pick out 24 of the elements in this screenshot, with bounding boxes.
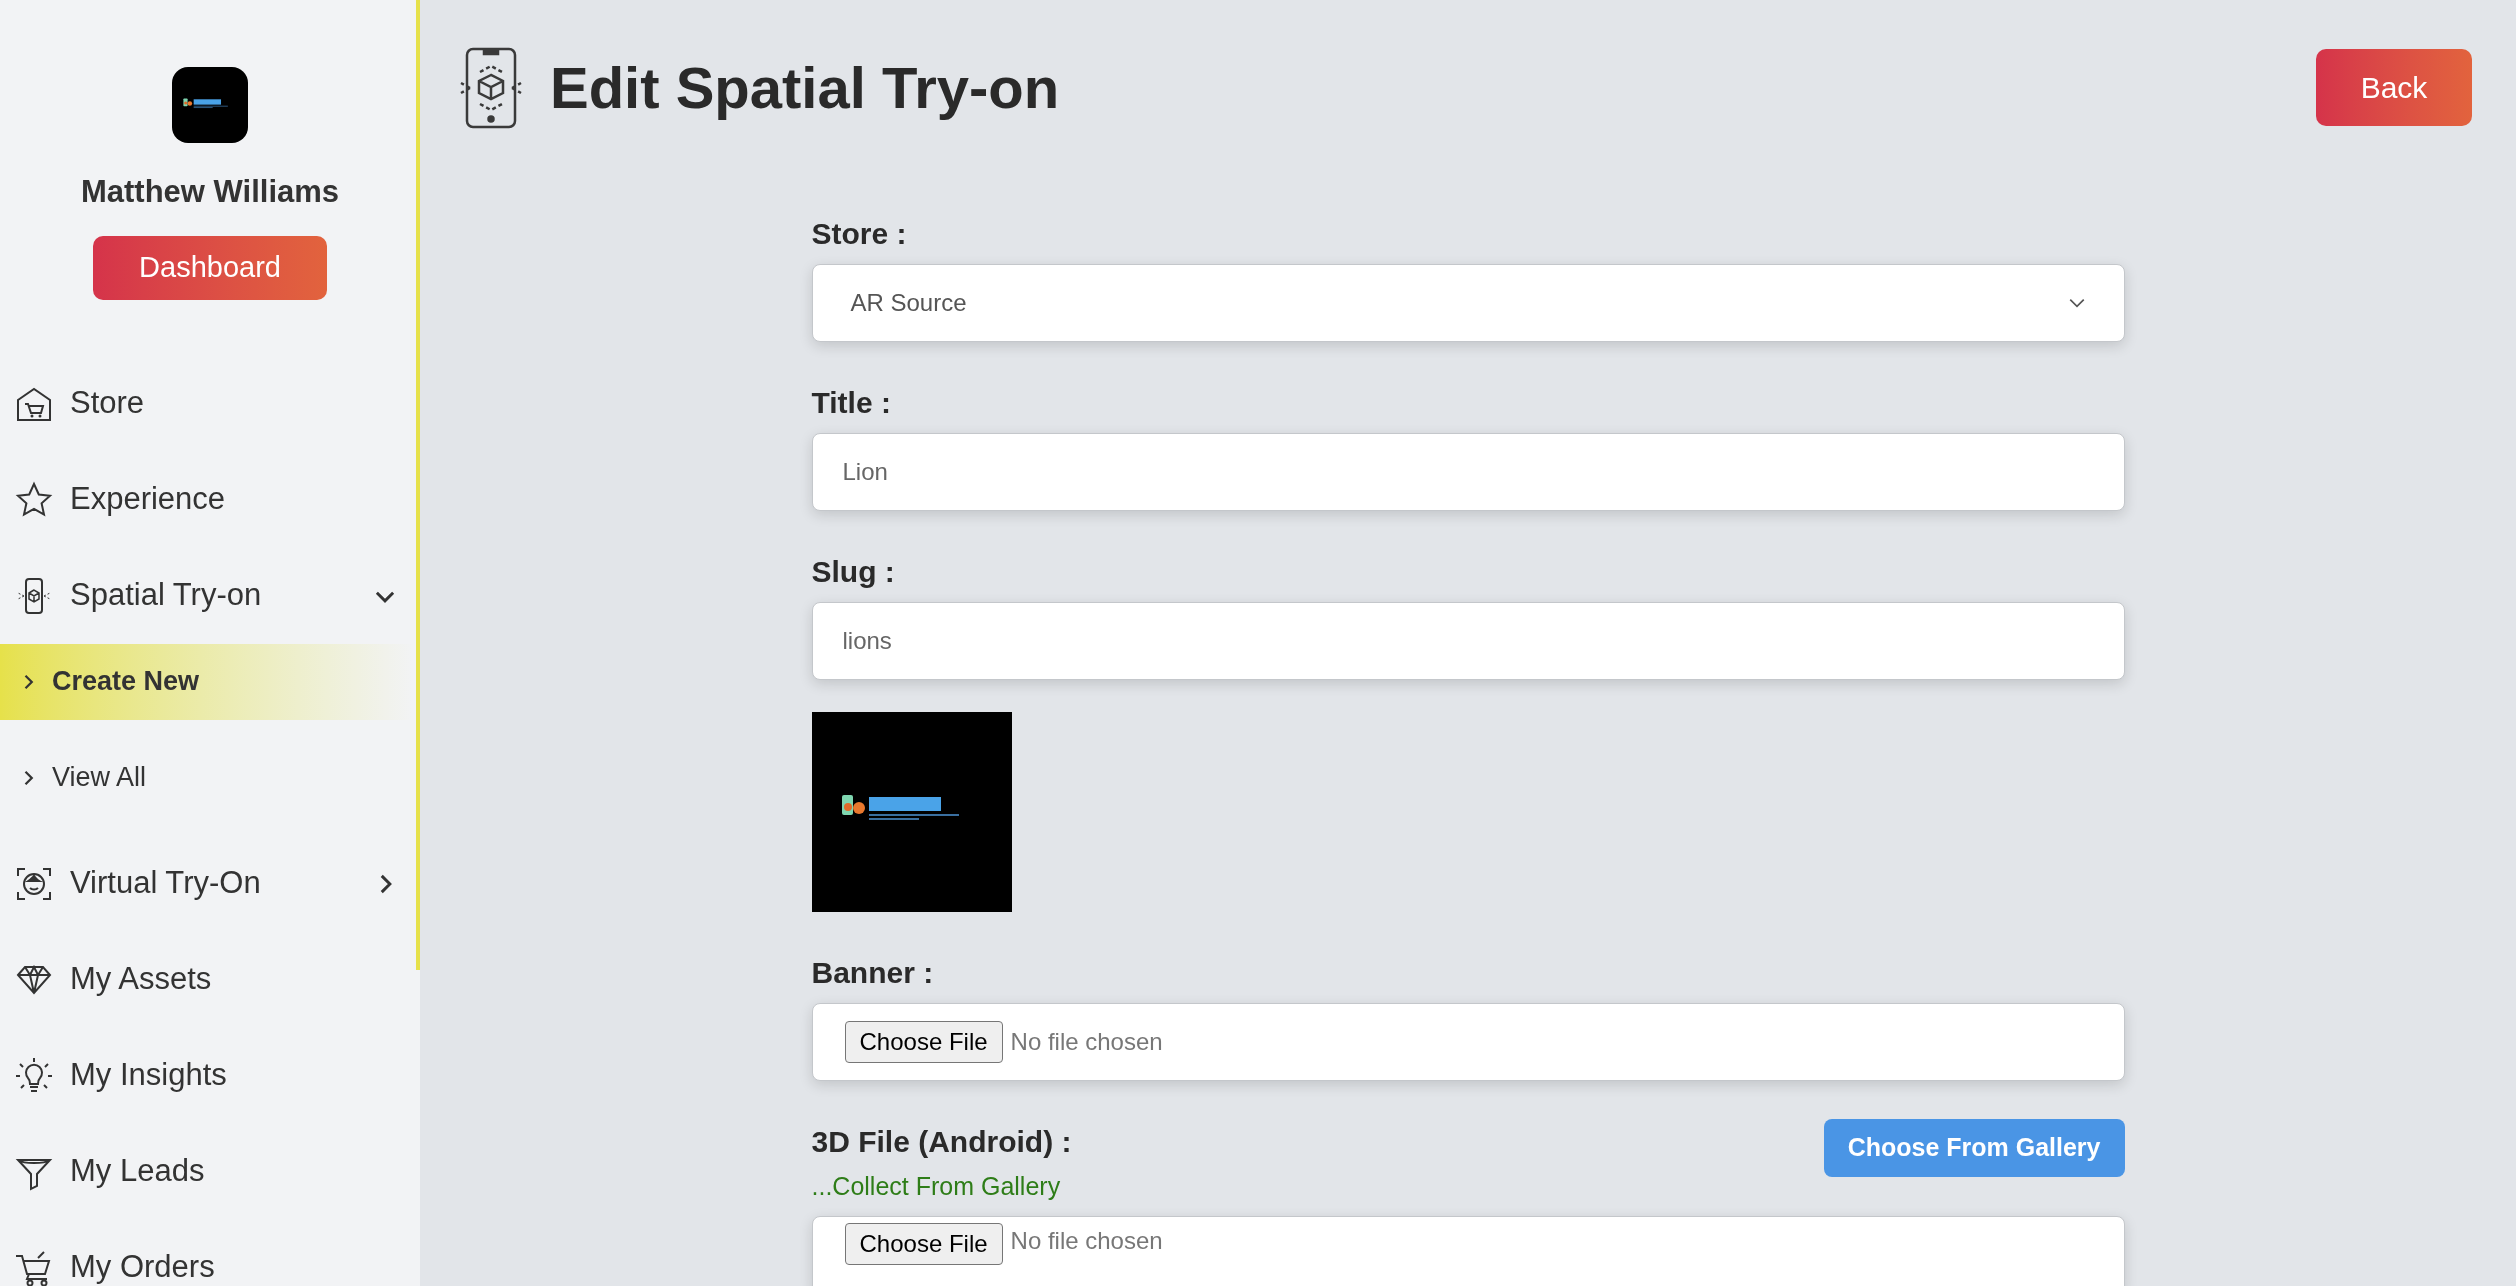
dashboard-button[interactable]: Dashboard: [93, 235, 327, 300]
sidebar-item[interactable]: My Assets: [0, 931, 416, 1028]
gallery-note: ...Collect From Gallery: [811, 1171, 1062, 1202]
user-name: Matthew Williams: [80, 173, 340, 211]
sidebar-item[interactable]: Virtual Try-On: [0, 835, 416, 932]
page-title: Edit Spatial Try-on: [550, 54, 1060, 122]
sidebar-item[interactable]: Experience: [0, 451, 416, 548]
field-label: Title :: [811, 385, 892, 421]
sidebar-item[interactable]: My Insights: [0, 1027, 416, 1124]
sidebar-item[interactable]: My Leads: [0, 1123, 416, 1220]
sidebar-item[interactable]: My Orders: [0, 1219, 416, 1286]
file-input[interactable]: Choose File No file chosen: [811, 1215, 2125, 1286]
field-label: Slug :: [811, 554, 896, 590]
field-label: Store :: [811, 216, 908, 252]
sidebar-item[interactable]: Spatial Try-on: [0, 547, 416, 644]
input-field[interactable]: lions: [811, 602, 2125, 680]
input-field[interactable]: Lion: [811, 433, 2125, 511]
submenu-item[interactable]: View All: [0, 739, 414, 816]
file-input[interactable]: Choose File No file chosen: [811, 1003, 2125, 1081]
field-label: 3D File (Android) :: [811, 1124, 1072, 1160]
sidebar-item[interactable]: Store: [0, 355, 416, 452]
store-dropdown[interactable]: AR Source: [811, 264, 2125, 342]
back-button[interactable]: Back: [2316, 49, 2472, 126]
field-label: Banner :: [811, 955, 935, 991]
